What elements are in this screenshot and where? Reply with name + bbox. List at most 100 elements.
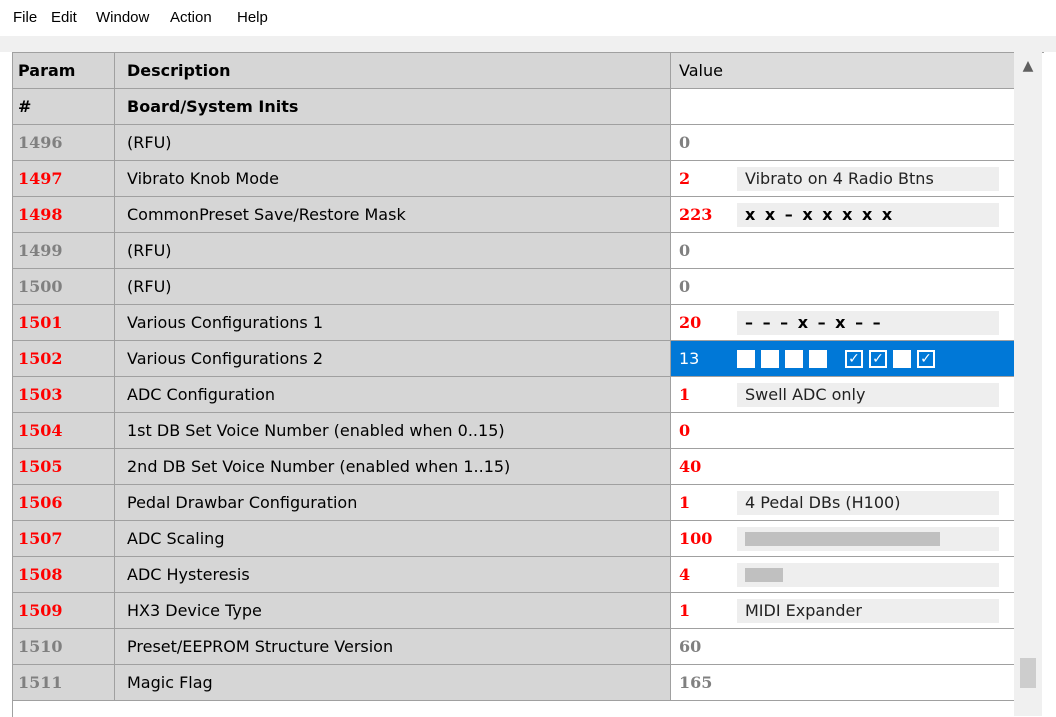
bit-checkbox[interactable]: ✓ — [869, 349, 887, 368]
bit-checkbox[interactable] — [893, 349, 911, 368]
table-row[interactable]: 1502 Various Configurations 2 13 ✓ ✓ ✓ — [13, 341, 1015, 377]
param-description: 2nd DB Set Voice Number (enabled when 1.… — [115, 449, 671, 485]
param-value-cell[interactable]: 13 ✓ ✓ ✓ — [671, 341, 1015, 377]
value-slider[interactable] — [737, 526, 999, 551]
param-value-cell[interactable]: 0 — [671, 269, 1015, 305]
table-row[interactable]: 1499 (RFU) 0 — [13, 233, 1015, 269]
param-description: Various Configurations 1 — [115, 305, 671, 341]
value-dropdown[interactable]: 4 Pedal DBs (H100) — [737, 490, 999, 515]
bit-checkbox[interactable] — [809, 349, 827, 368]
section-title: Board/System Inits — [115, 89, 671, 125]
column-header-description[interactable]: Description — [115, 53, 671, 89]
param-value-cell[interactable]: 223 x x – x x x x x — [671, 197, 1015, 233]
value-dropdown[interactable]: Vibrato on 4 Radio Btns — [737, 166, 999, 191]
bit-checkbox[interactable] — [761, 349, 779, 368]
menu-action[interactable]: Action — [170, 9, 212, 26]
param-value-cell[interactable]: 1 Swell ADC only — [671, 377, 1015, 413]
table-row[interactable]: 1497 Vibrato Knob Mode 2 Vibrato on 4 Radio… — [13, 161, 1015, 197]
column-header-param[interactable]: Param — [13, 53, 115, 89]
menu-bar: File Edit Window Action Help — [0, 0, 1056, 36]
table-row[interactable]: 1503 ADC Configuration 1 Swell ADC only — [13, 377, 1015, 413]
param-number: 1509 — [13, 593, 115, 629]
table-row[interactable]: 1496 (RFU) 0 — [13, 125, 1015, 161]
param-number: 1499 — [13, 233, 115, 269]
section-row: # Board/System Inits — [13, 89, 1015, 125]
param-number: 1504 — [13, 413, 115, 449]
param-value[interactable]: 0 — [679, 421, 737, 440]
param-value[interactable]: 1 — [679, 601, 737, 620]
param-number: 1506 — [13, 485, 115, 521]
param-value-cell[interactable]: 40 — [671, 449, 1015, 485]
section-value — [671, 89, 1015, 125]
table-row[interactable]: 1506 Pedal Drawbar Configuration 1 4 Pedal … — [13, 485, 1015, 521]
param-value[interactable]: 0 — [679, 277, 737, 296]
param-value-cell[interactable]: 165 — [671, 665, 1015, 701]
table-row[interactable]: 1500 (RFU) 0 — [13, 269, 1015, 305]
param-value-cell[interactable]: 100 — [671, 521, 1015, 557]
param-value[interactable]: 165 — [679, 673, 737, 692]
param-value[interactable]: 223 — [679, 205, 737, 224]
table-row[interactable]: 1501 Various Configurations 1 20– – – x – … — [13, 305, 1015, 341]
param-value[interactable]: 0 — [679, 241, 737, 260]
param-number: 1498 — [13, 197, 115, 233]
param-description: Various Configurations 2 — [115, 341, 671, 377]
vertical-scrollbar[interactable]: ▲ — [1014, 52, 1042, 716]
value-dropdown[interactable]: Swell ADC only — [737, 382, 999, 407]
table-row[interactable]: 1509 HX3 Device Type 1 MIDI Expander — [13, 593, 1015, 629]
param-description: ADC Scaling — [115, 521, 671, 557]
param-value[interactable]: 100 — [679, 529, 737, 548]
table-row[interactable]: 1511 Magic Flag 165 — [13, 665, 1015, 701]
table-row[interactable]: 1498 CommonPreset Save/Restore Mask 223 x x… — [13, 197, 1015, 233]
param-value-cell[interactable]: 2 Vibrato on 4 Radio Btns — [671, 161, 1015, 197]
param-value-cell[interactable]: 4 — [671, 557, 1015, 593]
menu-file[interactable]: File — [13, 9, 37, 26]
param-value[interactable]: 13 — [679, 349, 737, 368]
param-value-cell[interactable]: 0 — [671, 233, 1015, 269]
param-description: Magic Flag — [115, 665, 671, 701]
param-value[interactable]: 4 — [679, 565, 737, 584]
slider-fill — [745, 567, 783, 582]
bit-checkbox[interactable]: ✓ — [917, 349, 935, 368]
param-value-cell[interactable]: 0 — [671, 413, 1015, 449]
param-number: 1502 — [13, 341, 115, 377]
scrollbar-thumb[interactable] — [1020, 658, 1036, 688]
param-value[interactable]: 1 — [679, 493, 737, 512]
param-description: (RFU) — [115, 233, 671, 269]
param-number: 1503 — [13, 377, 115, 413]
menu-edit[interactable]: Edit — [51, 9, 77, 26]
param-description: (RFU) — [115, 269, 671, 305]
param-value-cell[interactable]: 0 — [671, 125, 1015, 161]
param-value[interactable]: 60 — [679, 637, 737, 656]
menu-help[interactable]: Help — [237, 9, 268, 26]
param-value-cell[interactable]: 20– – – x – x – – — [671, 305, 1015, 341]
column-header-value[interactable]: Value — [671, 53, 1015, 89]
table-row[interactable]: 1510 Preset/EEPROM Structure Version 60 — [13, 629, 1015, 665]
value-dropdown[interactable]: MIDI Expander — [737, 598, 999, 623]
param-value[interactable]: 0 — [679, 133, 737, 152]
bitmask-display[interactable]: x x – x x x x x — [737, 202, 999, 227]
param-value-cell[interactable]: 1 MIDI Expander — [671, 593, 1015, 629]
table-row[interactable]: 1504 1st DB Set Voice Number (enabled whe… — [13, 413, 1015, 449]
table-row[interactable]: 1508 ADC Hysteresis 4 — [13, 557, 1015, 593]
param-value[interactable]: 40 — [679, 457, 737, 476]
param-number: 1511 — [13, 665, 115, 701]
bit-checkbox[interactable] — [737, 349, 755, 368]
value-slider[interactable] — [737, 562, 999, 587]
param-value[interactable]: 2 — [679, 169, 737, 188]
param-number: 1508 — [13, 557, 115, 593]
param-value-cell[interactable]: 14 Pedal DBs (H100) — [671, 485, 1015, 521]
param-value[interactable]: 20 — [679, 313, 737, 332]
param-value[interactable]: 1 — [679, 385, 737, 404]
table-row[interactable]: 1507 ADC Scaling 100 — [13, 521, 1015, 557]
param-description: ADC Hysteresis — [115, 557, 671, 593]
param-value-cell[interactable]: 60 — [671, 629, 1015, 665]
menu-window[interactable]: Window — [96, 9, 149, 26]
param-number: 1497 — [13, 161, 115, 197]
param-description: (RFU) — [115, 125, 671, 161]
bit-checkbox[interactable]: ✓ — [845, 349, 863, 368]
param-number: 1505 — [13, 449, 115, 485]
bitmask-display[interactable]: – – – x – x – – — [737, 310, 999, 335]
chevron-up-icon[interactable]: ▲ — [1014, 58, 1042, 74]
bit-checkbox[interactable] — [785, 349, 803, 368]
table-row[interactable]: 1505 2nd DB Set Voice Number (enabled whe… — [13, 449, 1015, 485]
